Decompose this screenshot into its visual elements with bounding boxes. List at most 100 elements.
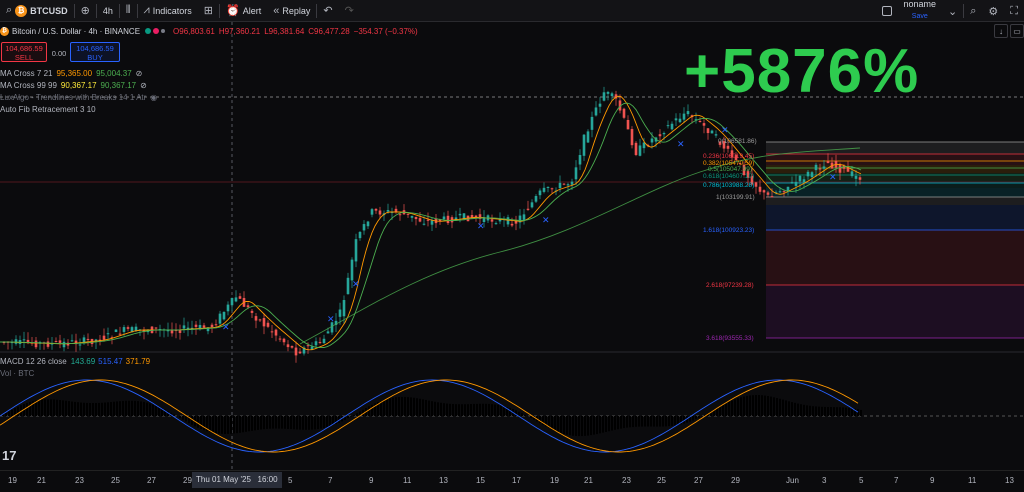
- magnifier-icon: ⌕: [970, 4, 977, 17]
- alarm-clock-icon: ⏰: [226, 5, 240, 17]
- macd-histogram-bar: [263, 416, 265, 430]
- candle-body: [802, 179, 806, 183]
- candle-body: [670, 123, 674, 130]
- macd-histogram-bar: [737, 398, 739, 416]
- ma-cross-1-row[interactable]: MA Cross 7 21 95,365.00 95,004.37 ⊘: [0, 67, 157, 79]
- macd-row[interactable]: MACD 12 26 close 143.69 515.47 371.79: [0, 355, 150, 367]
- candle-body: [274, 329, 278, 336]
- candle-body: [598, 103, 602, 107]
- rewind-icon: «: [273, 4, 280, 17]
- candle-body: [602, 92, 606, 101]
- macd-histogram-bar: [671, 416, 673, 426]
- candle-body: [122, 327, 126, 332]
- quick-search-button[interactable]: ⌕: [964, 0, 982, 22]
- undo-icon: ↶: [323, 5, 333, 17]
- replay-button[interactable]: « Replay: [267, 0, 316, 22]
- macd-histogram-bar: [437, 402, 439, 416]
- hidden-eye-icon[interactable]: ⊘: [136, 69, 143, 78]
- candle-body: [682, 113, 686, 120]
- macd-histogram-bar: [173, 414, 175, 416]
- volume-row[interactable]: Vol · BTC: [0, 367, 150, 379]
- macd-value-3: 371.79: [125, 356, 151, 366]
- macd-histogram-bar: [590, 416, 592, 436]
- fullscreen-button[interactable]: ⛶: [1004, 0, 1024, 22]
- fib-zone: [766, 188, 1024, 197]
- pane-maximize-icon[interactable]: ▭: [1010, 24, 1024, 38]
- sell-button[interactable]: 104,686.59 SELL: [1, 42, 47, 62]
- fib-row[interactable]: Auto Fib Retracement 3 10: [0, 103, 157, 115]
- ma-cross-2-row[interactable]: MA Cross 99 99 90,367.17 90,367.17 ⊘: [0, 79, 157, 91]
- indicators-icon: ⩘: [143, 4, 150, 16]
- macd-histogram-bar: [116, 401, 118, 416]
- candle-body: [278, 338, 282, 340]
- buy-price: 104,686.59: [76, 44, 114, 53]
- time-tick-label: 15: [476, 476, 485, 485]
- volume-name: Vol · BTC: [0, 368, 35, 378]
- macd-histogram-bar: [758, 395, 760, 416]
- candle-body: [250, 310, 254, 313]
- indicators-label: Indicators: [152, 5, 192, 16]
- luxalgo-row[interactable]: LuxAlgo - Trendlines with Breaks 14 1 At…: [0, 91, 157, 103]
- macd-histogram-bar: [281, 416, 283, 429]
- layout-menu-button[interactable]: ⌄: [942, 0, 963, 22]
- pane-down-arrow-icon[interactable]: ↓: [994, 24, 1008, 38]
- indicators-button[interactable]: ⩘ Indicators: [138, 0, 198, 22]
- candle-body: [386, 210, 390, 212]
- candle-body: [326, 331, 330, 334]
- macd-histogram-bar: [521, 413, 523, 416]
- candle-body: [270, 331, 274, 333]
- interval-button[interactable]: 4h: [97, 0, 119, 22]
- macd-histogram-bar: [599, 416, 601, 434]
- cross-marker-icon: ✕: [542, 215, 550, 225]
- macd-value-1: 143.69: [70, 356, 96, 366]
- macd-histogram-bar: [389, 398, 391, 416]
- candle-body: [534, 196, 538, 202]
- candle-body: [810, 172, 814, 178]
- layout-checkbox[interactable]: [876, 0, 898, 22]
- buy-button[interactable]: 104,686.59 BUY: [70, 42, 120, 62]
- candle-body: [838, 164, 842, 173]
- redo-button[interactable]: ↷: [339, 0, 360, 22]
- candle-body: [318, 341, 322, 343]
- macd-histogram-bar: [473, 403, 475, 416]
- add-symbol-button[interactable]: ⊕: [75, 0, 96, 22]
- toolbar-right: noname Save ⌄ ⌕ ⚙ ⛶: [876, 0, 1024, 22]
- macd-histogram-bar: [467, 404, 469, 416]
- candle-body: [362, 224, 366, 231]
- candle-body: [430, 220, 434, 225]
- symbol-search[interactable]: ⌕ ₿ BTCUSD: [0, 0, 74, 22]
- candle-body: [266, 322, 270, 327]
- macd-histogram-bar: [560, 416, 562, 434]
- macd-histogram-bar: [5, 413, 7, 416]
- macd-histogram-bar: [143, 401, 145, 416]
- macd-histogram-bar: [266, 416, 268, 429]
- hidden-eye-icon[interactable]: ⊘: [140, 81, 147, 90]
- replay-label: Replay: [282, 5, 311, 16]
- candle-body: [786, 186, 790, 191]
- macd-histogram-bar: [557, 416, 559, 432]
- chart-type-button[interactable]: ⫴: [120, 0, 137, 22]
- macd-histogram-bar: [494, 404, 496, 416]
- macd-histogram-bar: [305, 416, 307, 430]
- macd-histogram-bar: [488, 403, 490, 416]
- settings-button[interactable]: ⚙: [982, 0, 1004, 22]
- cross-marker-icon: ✕: [721, 125, 729, 135]
- macd-histogram-bar: [134, 400, 136, 416]
- macd-histogram-bar: [479, 403, 481, 416]
- macd-histogram-bar: [416, 398, 418, 416]
- candle-body: [426, 219, 430, 221]
- candle-body: [298, 351, 302, 354]
- eye-off-icon[interactable]: ◉: [150, 93, 157, 102]
- macd-histogram-bar: [89, 403, 91, 416]
- layouts-button[interactable]: ⊞: [198, 0, 219, 22]
- macd-histogram-bar: [566, 416, 568, 435]
- undo-button[interactable]: ↶: [317, 0, 338, 22]
- save-button[interactable]: noname Save: [898, 0, 943, 22]
- macd-histogram-bar: [719, 406, 721, 416]
- time-axis[interactable]: 192123252729357911131517192123252729Jun3…: [0, 470, 1024, 492]
- alert-button[interactable]: ⏰ Alert: [220, 0, 267, 22]
- macd-histogram-bar: [833, 407, 835, 416]
- time-tick-label: 29: [731, 476, 740, 485]
- macd-histogram-bar: [497, 404, 499, 416]
- macd-histogram-bar: [272, 416, 274, 429]
